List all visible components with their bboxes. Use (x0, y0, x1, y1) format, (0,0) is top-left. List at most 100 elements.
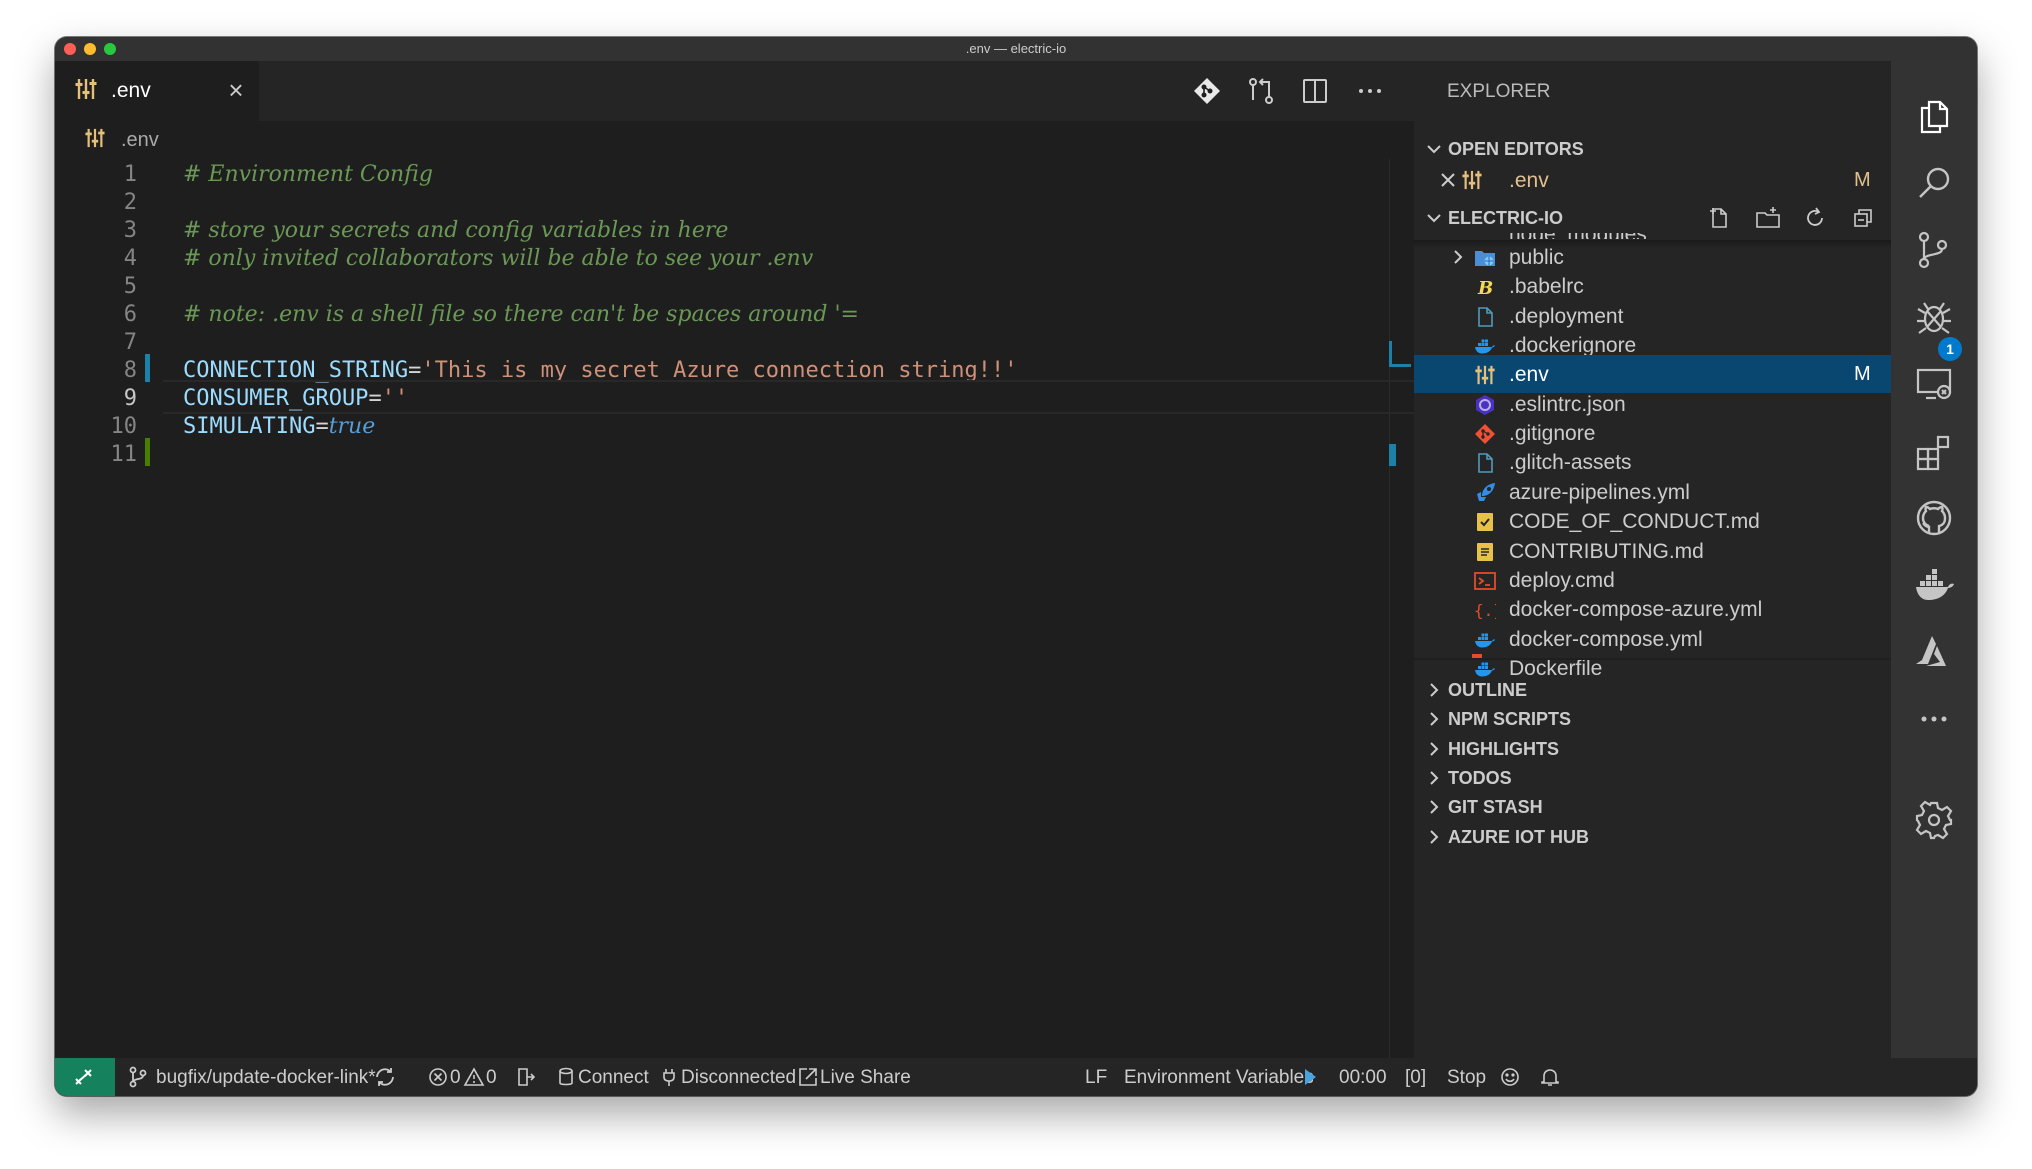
warning-icon (463, 1067, 485, 1086)
section-npm-scripts[interactable]: NPM SCRIPTS (1414, 705, 1891, 735)
line-number: 11 (110, 442, 138, 467)
debug-icon[interactable] (1912, 295, 1956, 339)
notifications-bell-icon[interactable] (1539, 1066, 1561, 1088)
file-icon (1474, 452, 1496, 474)
github-icon[interactable] (1912, 496, 1956, 540)
gutter-modified-marker[interactable] (145, 354, 150, 382)
section-git-stash[interactable]: GIT STASH (1414, 793, 1891, 823)
section-highlights[interactable]: HIGHLIGHTS (1414, 735, 1891, 765)
babel-icon: B (1474, 276, 1496, 299)
docker-icon (1474, 335, 1496, 357)
terminal-icon (1474, 570, 1496, 592)
stop-button[interactable]: Stop (1447, 1067, 1486, 1089)
line-number: 5 (123, 274, 137, 299)
document-icon (1474, 541, 1496, 563)
chevron-right-icon (1448, 247, 1468, 267)
env-settings-icon (85, 128, 105, 148)
code-editor[interactable]: 1 # Environment Config 2 3 # store your secr… (55, 158, 1419, 1058)
search-icon[interactable] (1912, 161, 1956, 205)
close-icon[interactable] (1440, 172, 1456, 188)
section-electric-io[interactable]: ELECTRIC-IO (1414, 199, 1891, 237)
source-control-icon[interactable] (1912, 228, 1956, 272)
boolean-value: true (328, 414, 376, 439)
remote-explorer-icon[interactable] (1912, 362, 1956, 406)
chevron-down-icon (1427, 214, 1441, 223)
plug-icon (663, 1069, 675, 1086)
explorer-sidebar: EXPLORER OPEN EDITORS .env M ELECTRIC-IO… (1414, 61, 1891, 1058)
line-number: 9 (123, 386, 137, 411)
modified-badge: M (1854, 169, 1871, 191)
compare-changes-icon[interactable] (1245, 75, 1277, 107)
feedback-smiley-icon[interactable] (1499, 1066, 1521, 1088)
chevron-right-icon (1430, 712, 1439, 727)
new-file-icon[interactable] (1707, 206, 1731, 230)
eol-indicator[interactable]: LF (1085, 1067, 1107, 1089)
assignment-operator: = (315, 414, 329, 439)
variable-name: SIMULATING (183, 414, 316, 439)
chevron-right-icon (1430, 829, 1439, 844)
live-share-label: Live Share (820, 1067, 911, 1088)
window-title: .env — electric-io (965, 41, 1067, 56)
section-todos[interactable]: TODOS (1414, 764, 1891, 794)
section-outline[interactable]: OUTLINE (1414, 676, 1891, 706)
line-number: 4 (123, 246, 137, 271)
explorer-icon[interactable] (1912, 94, 1956, 138)
section-azure-iot-hub[interactable]: AZURE IOT HUB (1414, 823, 1891, 853)
database-icon (559, 1067, 573, 1086)
activity-bar: 1 (1891, 61, 1977, 1058)
breadcrumb[interactable]: .env (55, 121, 1414, 157)
section-divider (1414, 658, 1891, 660)
code-line[interactable]: 11 (55, 438, 1414, 474)
live-share-icon (799, 1068, 817, 1086)
play-icon[interactable] (1299, 1066, 1321, 1088)
env-settings-icon (1474, 364, 1496, 386)
more-actions-icon[interactable] (1354, 75, 1386, 107)
assignment-operator: = (368, 386, 382, 411)
language-mode[interactable]: Environment Variables (1124, 1067, 1314, 1089)
chevron-right-icon (1430, 741, 1439, 756)
chevron-down-icon (1427, 145, 1441, 154)
collapse-all-icon[interactable] (1851, 206, 1875, 230)
line-text: # only invited collaborators will be abl… (183, 246, 813, 271)
azure-icon[interactable] (1912, 630, 1956, 674)
disconnected-label: Disconnected (681, 1067, 797, 1088)
open-editor-env[interactable]: .env M (1414, 161, 1891, 199)
checklist-icon (1474, 511, 1496, 533)
scm-badge: 1 (1938, 337, 1962, 361)
warning-count: 0 (486, 1067, 497, 1088)
settings-gear-icon[interactable] (1912, 798, 1956, 842)
git-lens-icon[interactable] (1191, 75, 1223, 107)
close-tab-icon[interactable]: × (221, 75, 251, 105)
new-folder-icon[interactable] (1755, 206, 1781, 230)
comment-text: # note: .env is a shell file so there ca… (183, 302, 859, 327)
docker-icon[interactable] (1912, 563, 1956, 607)
svg-text:{.}: {.} (1474, 601, 1496, 620)
braces-icon: {.} (1474, 599, 1503, 621)
extensions-icon[interactable] (1912, 429, 1956, 473)
gutter-added-marker[interactable] (145, 438, 150, 466)
tab-env[interactable]: .env × (55, 61, 259, 121)
output-icon[interactable] (515, 1066, 537, 1088)
git-icon (1474, 423, 1496, 445)
docker-icon (1474, 629, 1496, 651)
comment-text: # only invited collaborators will be abl… (183, 246, 814, 271)
line-number: 10 (110, 414, 138, 439)
refresh-icon[interactable] (1803, 206, 1827, 230)
azure-pipelines-icon (1474, 482, 1496, 504)
remote-indicator-button[interactable] (55, 1058, 115, 1096)
status-bar: bugfix/update-docker-link* 0 0 Connect D… (55, 1058, 1977, 1096)
split-editor-icon[interactable] (1299, 75, 1331, 107)
line-number: 2 (123, 190, 137, 215)
comment-text: # store your secrets and config variable… (183, 218, 729, 243)
error-icon (429, 1068, 447, 1086)
open-editor-label: .env (1509, 169, 1549, 192)
breadcrumb-file: .env (121, 129, 159, 151)
variable-name: CONSUMER_GROUP (183, 386, 369, 411)
env-settings-icon (75, 79, 97, 99)
svg-text:B: B (1477, 278, 1493, 298)
line-text: # Environment Config (183, 162, 433, 187)
vscode-window: .env — electric-io .env × .env 1 # Envir… (55, 37, 1977, 1096)
more-views-icon[interactable] (1912, 697, 1956, 741)
folder-public-icon (1474, 247, 1496, 269)
sync-icon[interactable] (374, 1066, 396, 1088)
